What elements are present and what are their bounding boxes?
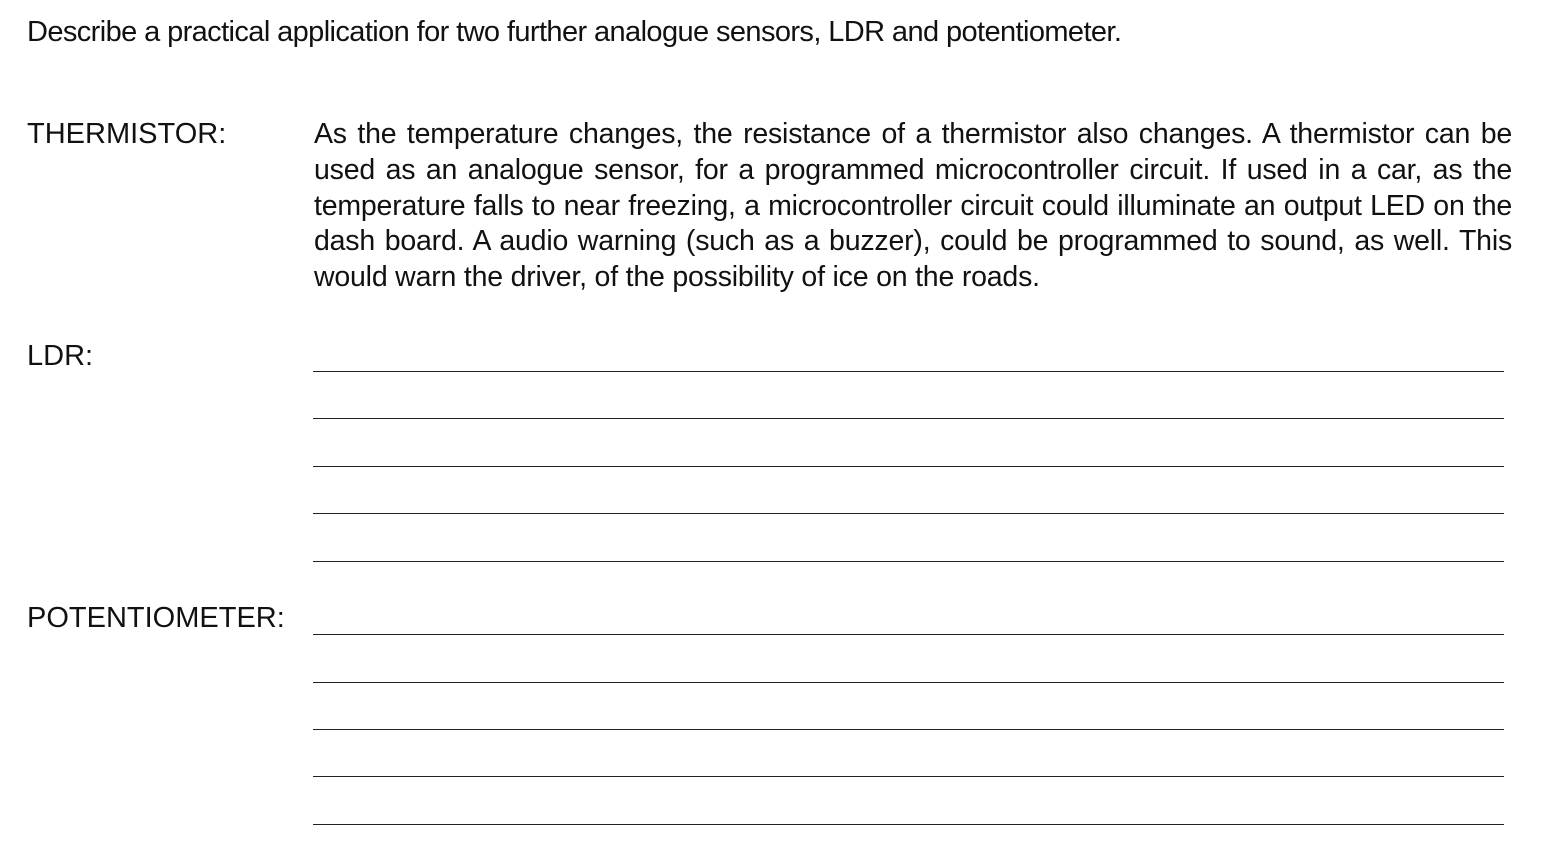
potentiometer-answer-line-1[interactable] bbox=[313, 634, 1504, 635]
thermistor-label: THERMISTOR: bbox=[27, 118, 227, 150]
ldr-answer-line-4[interactable] bbox=[313, 513, 1504, 514]
ldr-answer-line-3[interactable] bbox=[313, 466, 1504, 467]
thermistor-answer: As the temperature changes, the resistan… bbox=[314, 118, 1512, 294]
ldr-label: LDR: bbox=[27, 340, 94, 372]
ldr-answer-line-1[interactable] bbox=[313, 371, 1504, 372]
question-text: Describe a practical application for two… bbox=[27, 16, 1122, 48]
potentiometer-answer-line-2[interactable] bbox=[313, 682, 1504, 683]
potentiometer-answer-line-5[interactable] bbox=[313, 824, 1504, 825]
potentiometer-answer-line-3[interactable] bbox=[313, 729, 1504, 730]
potentiometer-answer-line-4[interactable] bbox=[313, 776, 1504, 777]
ldr-answer-line-2[interactable] bbox=[313, 418, 1504, 419]
potentiometer-label: POTENTIOMETER: bbox=[27, 602, 285, 634]
ldr-answer-line-5[interactable] bbox=[313, 561, 1504, 562]
